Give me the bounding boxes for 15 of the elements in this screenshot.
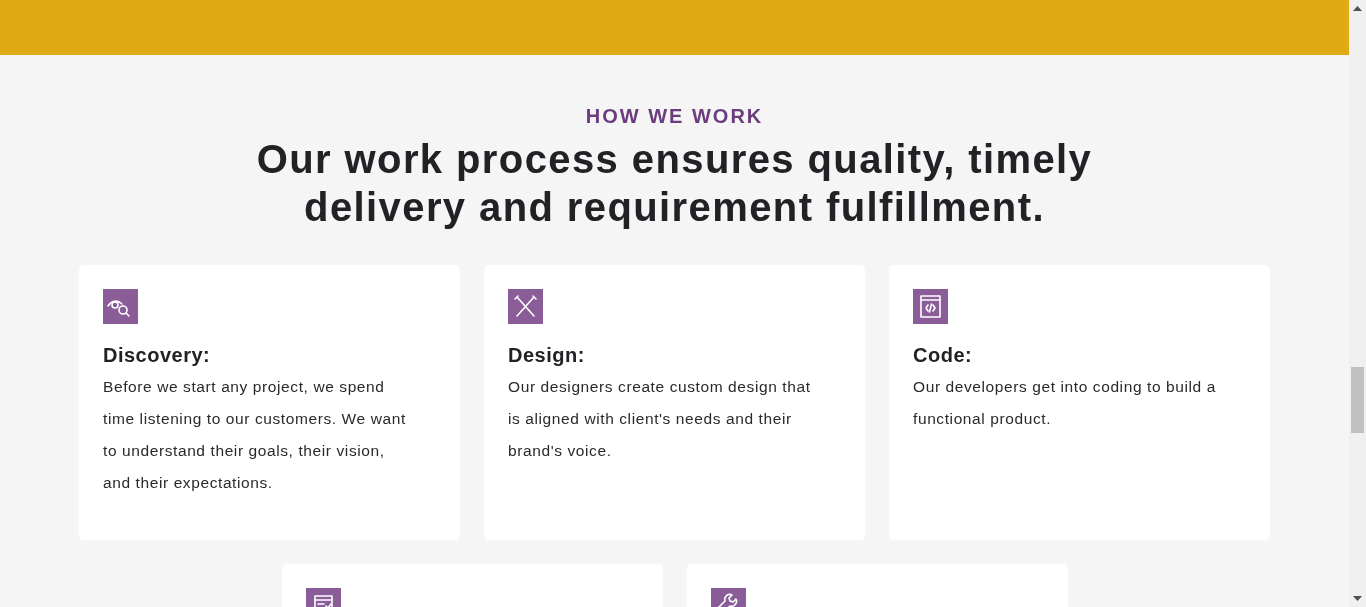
card-title: Discovery: [103,343,212,368]
scroll-down-icon[interactable] [1353,596,1362,601]
card-text: Our developers get into coding to build a functional product. [913,377,1217,429]
code-window-icon [913,289,948,324]
scroll-up-icon[interactable] [1353,6,1362,11]
card-title: Design: [508,343,586,368]
scrollbar-thumb[interactable] [1351,367,1364,433]
card-text: Before we start any project, we spend time listening to our customers. We want to understand their goals, their vision, and their expectations. [103,377,407,493]
section-heading: Our work process ensures quality, timely delivery and requirement fulfillment. [255,136,1094,231]
eye-search-icon [103,289,138,324]
scrollbar[interactable] [1349,0,1366,607]
card-title: Code: [913,343,974,368]
card-text: Our designers create custom design that is aligned with client's needs and their brand's voice. [508,377,812,461]
section-eyebrow: HOW WE WORK [585,104,764,129]
pencil-ruler-icon [508,289,543,324]
